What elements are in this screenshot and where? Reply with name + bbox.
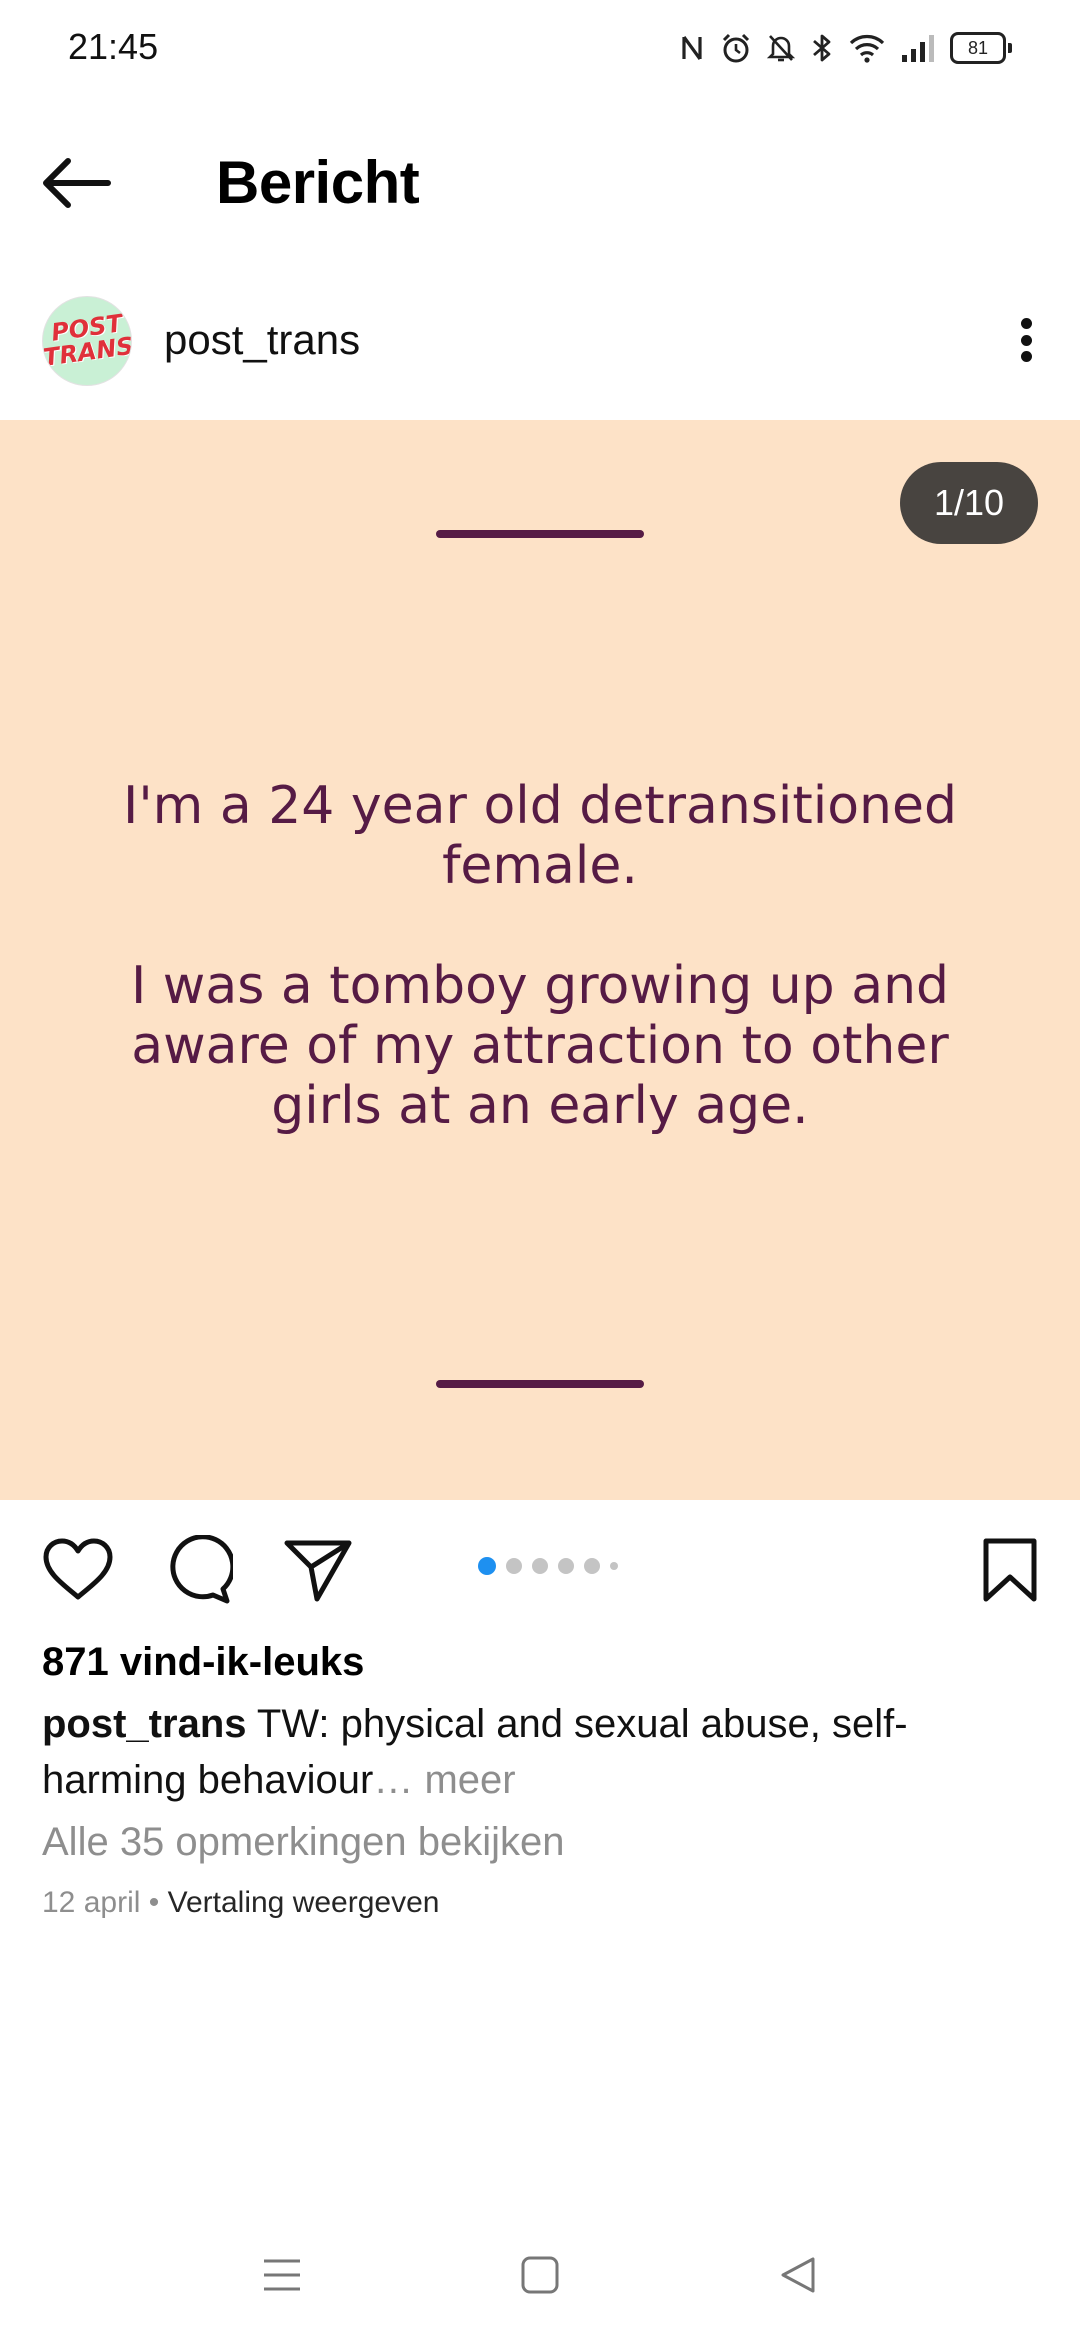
wifi-icon [849, 35, 885, 63]
nav-back-button[interactable] [758, 2240, 838, 2310]
caption-ellipsis: … [373, 1758, 414, 1802]
avatar[interactable]: POST TRANS [42, 296, 132, 386]
bookmark-icon [983, 1538, 1037, 1602]
comment-button[interactable] [158, 1530, 238, 1610]
alarm-icon [722, 33, 750, 63]
signal-icon [902, 35, 934, 62]
carousel-dot [558, 1558, 574, 1574]
post-meta: 12 april • Vertaling weergeven [42, 1886, 439, 1920]
post-image[interactable]: I'm a 24 year old detransitioned female.… [0, 420, 1080, 1500]
comment-icon [170, 1535, 233, 1604]
post-caption[interactable]: post_trans TW: physical and sexual abuse… [42, 1696, 1042, 1808]
battery-indicator: 81 [950, 32, 1012, 64]
slide-text-intro: I'm a 24 year old detransitioned female. [123, 776, 957, 896]
carousel-dot [506, 1558, 522, 1574]
nfc-icon [682, 36, 702, 60]
send-icon [284, 1540, 352, 1602]
back-triangle-icon [781, 2257, 815, 2293]
likes-count[interactable]: 871 vind-ik-leuks [42, 1640, 364, 1685]
back-button[interactable] [40, 148, 130, 218]
slide-text-body: I was a tomboy growing up and aware of m… [130, 956, 950, 1136]
arrow-left-icon [43, 158, 111, 208]
carousel-dot [532, 1558, 548, 1574]
carousel-indicator [478, 1556, 618, 1576]
carousel-dot [610, 1562, 618, 1570]
caption-more-link[interactable]: meer [424, 1758, 515, 1802]
caption-username[interactable]: post_trans [42, 1702, 247, 1746]
status-icons: 81 [678, 26, 1012, 70]
status-time: 21:45 [68, 26, 159, 67]
battery-level: 81 [950, 32, 1006, 64]
author-username[interactable]: post_trans [164, 316, 360, 364]
view-comments-link[interactable]: Alle 35 opmerkingen bekijken [42, 1820, 565, 1865]
carousel-dot [584, 1558, 600, 1574]
translate-link[interactable]: Vertaling weergeven [168, 1886, 440, 1919]
meta-separator: • [148, 1886, 160, 1919]
heart-icon [43, 1538, 113, 1600]
nav-home-button[interactable] [500, 2240, 580, 2310]
post-date: 12 april [42, 1886, 141, 1919]
page-counter: 1/10 [900, 462, 1038, 544]
decorative-rule-bottom [436, 1380, 644, 1388]
menu-icon [264, 2259, 300, 2291]
bell-off-icon [766, 35, 796, 62]
home-square-icon [521, 2256, 559, 2294]
like-button[interactable] [38, 1530, 118, 1610]
save-button[interactable] [970, 1530, 1050, 1610]
bluetooth-icon [813, 34, 831, 62]
decorative-rule-top [436, 530, 644, 538]
nav-menu-button[interactable] [242, 2240, 322, 2310]
more-options-button[interactable] [1008, 310, 1044, 370]
more-vertical-icon [1020, 318, 1032, 329]
page-title: Bericht [216, 149, 420, 216]
share-button[interactable] [278, 1530, 358, 1610]
carousel-dot-active [478, 1557, 496, 1575]
